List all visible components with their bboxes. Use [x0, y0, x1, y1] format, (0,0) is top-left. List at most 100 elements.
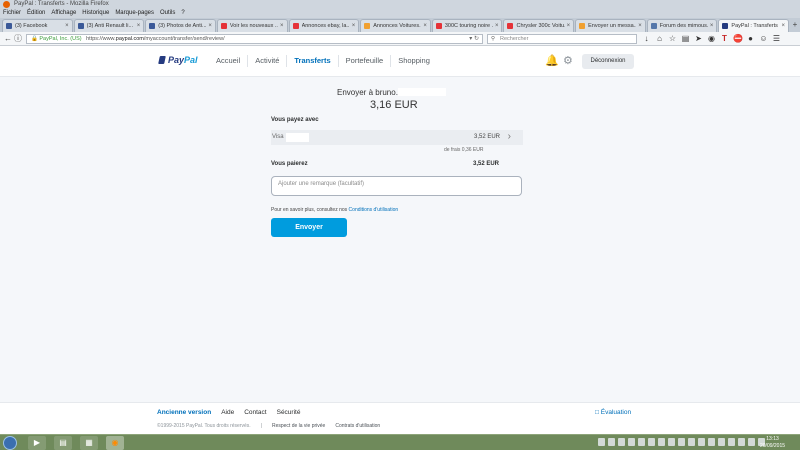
terms-notice: Pour en savoir plus, consultez nos Condi… [271, 207, 398, 213]
browser-tab[interactable]: Annonces Voitures... × [360, 19, 431, 32]
identity-icon[interactable]: ⓘ [13, 34, 23, 44]
tray-icon-7[interactable] [658, 438, 665, 446]
tab-close-icon[interactable]: × [638, 23, 642, 29]
back-icon[interactable]: ← [3, 34, 13, 44]
browser-tab[interactable]: (3) Photos de Anti... × [145, 19, 216, 32]
tab-close-icon[interactable]: × [352, 23, 356, 29]
browser-tab[interactable]: (3) Anti Renault li... × [73, 19, 145, 32]
terms-link[interactable]: Conditions d'utilisation [349, 207, 399, 213]
tray-icon-14[interactable] [728, 438, 735, 446]
tab-close-icon[interactable]: × [567, 23, 571, 29]
tray-icon-3[interactable] [618, 438, 625, 446]
block-icon[interactable]: ⛔ [733, 34, 743, 44]
recipient-line: Envoyer à bruno. [337, 88, 446, 97]
nav-item[interactable]: Shopping [390, 55, 437, 67]
send-button[interactable]: Envoyer [271, 218, 347, 237]
help-link[interactable]: Aide [221, 409, 234, 416]
remark-input[interactable]: Ajouter une remarque (facultatif) [271, 176, 522, 196]
tab-close-icon[interactable]: × [65, 23, 69, 29]
tray-icon-12[interactable] [708, 438, 715, 446]
tab-close-icon[interactable]: × [280, 23, 284, 29]
tray-icon-2[interactable] [608, 438, 615, 446]
browser-tab[interactable]: Voir les nouveaux ... × [216, 19, 288, 32]
window-title-bar: PayPal : Transferts - Mozilla Firefox [0, 0, 800, 9]
shield-icon[interactable]: ◉ [707, 34, 716, 44]
tray-icon-11[interactable] [698, 438, 705, 446]
home-icon[interactable]: ⌂ [655, 34, 664, 44]
tab-label: Envoyer un messa... [588, 23, 637, 29]
tray-icon-10[interactable] [688, 438, 695, 446]
bookmarks-icon[interactable]: ▤ [681, 34, 690, 44]
browser-tab[interactable]: (3) Facebook × [2, 19, 73, 32]
logo-pay: Pay [168, 55, 185, 65]
contact-link[interactable]: Contact [244, 409, 266, 416]
menu-marque-pages[interactable]: Marque-pages [115, 9, 154, 18]
logout-button[interactable]: Déconnexion [582, 54, 634, 69]
tab-close-icon[interactable]: × [208, 23, 212, 29]
paypal-p-icon [158, 56, 166, 64]
tab-close-icon[interactable]: × [710, 23, 714, 29]
menu-icon[interactable]: ☰ [772, 34, 781, 44]
amount: 3,16 EUR [370, 99, 418, 111]
menu-aide[interactable]: ? [181, 9, 184, 18]
gear-icon[interactable]: ⚙ [563, 54, 573, 67]
firefox-taskbar-icon[interactable]: ◉ [106, 436, 124, 450]
reload-icon[interactable]: ▾ ↻ [469, 35, 479, 43]
user-agreement-link[interactable]: Contrats d'utilisation [335, 423, 380, 429]
browser-tab[interactable]: Annonces ebay, la... × [288, 19, 360, 32]
clock[interactable]: 13:13 20/09/2015 [760, 436, 785, 450]
media-player-icon[interactable]: ▶ [28, 436, 46, 450]
nav-item[interactable]: Accueil [209, 55, 247, 67]
browser-tab[interactable]: Envoyer un messa... × [575, 19, 646, 32]
menu-outils[interactable]: Outils [160, 9, 175, 18]
windows-taskbar: ▶ ▤ ▦ ◉ 13:13 20/09/2015 [0, 434, 800, 450]
t-extension-icon[interactable]: T [720, 34, 729, 44]
tray-icon-6[interactable] [648, 438, 655, 446]
security-link[interactable]: Sécurité [277, 409, 301, 416]
nav-item[interactable]: Activité [247, 55, 286, 67]
privacy-link[interactable]: Respect de la vie privée [272, 423, 325, 429]
send-icon[interactable]: ➤ [694, 34, 703, 44]
menu-historique[interactable]: Historique [82, 9, 109, 18]
tray-icon-4[interactable] [628, 438, 635, 446]
paypal-logo[interactable]: PayPal [158, 55, 198, 65]
url-path: /myaccount/transfer/send/review/ [143, 36, 225, 42]
menu-bar: Fichier Édition Affichage Historique Mar… [0, 9, 800, 18]
new-tab-icon[interactable]: + [790, 19, 800, 32]
tab-label: Forum des mimous... [659, 23, 708, 29]
payment-method-row[interactable]: Visa 3,52 EUR › [271, 130, 523, 145]
tray-icon-9[interactable] [678, 438, 685, 446]
chat-icon[interactable]: ● [746, 34, 755, 44]
menu-edition[interactable]: Édition [27, 9, 45, 18]
nav-item[interactable]: Portefeuille [337, 55, 391, 67]
downloads-icon[interactable]: ↓ [642, 34, 651, 44]
search-bar[interactable]: ⚲ Rechercher [487, 34, 637, 44]
tab-close-icon[interactable]: × [495, 23, 499, 29]
folder-icon[interactable]: ▤ [54, 436, 72, 450]
explorer-icon[interactable]: ▦ [80, 436, 98, 450]
old-version-link[interactable]: Ancienne version [157, 409, 211, 416]
browser-tab[interactable]: Chrysler 300c Voitu... × [503, 19, 575, 32]
smiley-icon[interactable]: ☺ [759, 34, 768, 44]
tray-icon-15[interactable] [738, 438, 745, 446]
menu-fichier[interactable]: Fichier [3, 9, 21, 18]
tray-icon-5[interactable] [638, 438, 645, 446]
tab-label: Annonces Voitures... [373, 23, 422, 29]
start-button[interactable] [3, 436, 17, 450]
tab-close-icon[interactable]: × [423, 23, 427, 29]
tray-icon-16[interactable] [748, 438, 755, 446]
menu-affichage[interactable]: Affichage [51, 9, 76, 18]
browser-tab[interactable]: Forum des mimous... × [646, 19, 718, 32]
feedback-link[interactable]: □ Évaluation [595, 409, 631, 416]
bell-icon[interactable]: 🔔 [545, 54, 559, 67]
tab-close-icon[interactable]: × [782, 23, 786, 29]
tray-icon-13[interactable] [718, 438, 725, 446]
tray-icon-1[interactable] [598, 438, 605, 446]
tray-icon-8[interactable] [668, 438, 675, 446]
browser-tab[interactable]: PayPal : Transferts × [718, 19, 790, 32]
url-bar[interactable]: 🔒 PayPal, Inc. (US) https://www.paypal.c… [26, 34, 483, 44]
browser-tab[interactable]: 300C touring noire ... × [431, 19, 503, 32]
bookmark-star-icon[interactable]: ☆ [668, 34, 677, 44]
tab-close-icon[interactable]: × [137, 23, 141, 29]
nav-item[interactable]: Transferts [286, 55, 337, 67]
